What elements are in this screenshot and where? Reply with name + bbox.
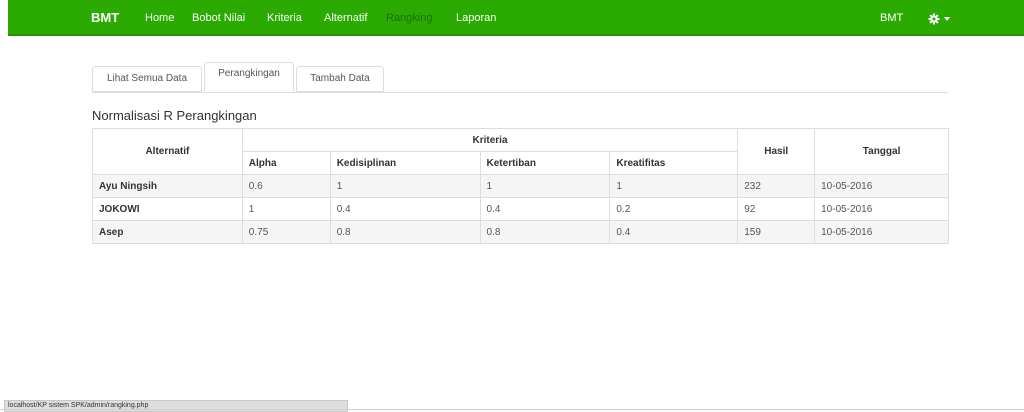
nav-alternatif[interactable]: Alternatif [324,0,367,36]
chevron-down-icon [944,16,950,21]
cell-alternatif: Ayu Ningsih [92,174,243,198]
header-kriteria: Kriteria [241,128,739,152]
header-kreatifitas: Kreatifitas [609,151,739,175]
cell-tanggal: 10-05-2016 [814,220,949,244]
nav-bobot-nilai[interactable]: Bobot Nilai [192,0,245,36]
cell-tanggal: 10-05-2016 [814,174,949,198]
cell-kreatifitas: 0.4 [609,220,739,244]
top-navbar: BMT Home Bobot Nilai Kriteria Alternatif… [8,0,1024,36]
section-title: Normalisasi R Perangkingan [92,108,257,123]
cell-alternatif: Asep [92,220,243,244]
header-hasil: Hasil [737,128,816,175]
cell-ketertiban: 1 [479,174,611,198]
cell-alpha: 1 [241,197,331,221]
cell-kedisiplinan: 0.4 [329,197,481,221]
header-alternatif: Alternatif [92,128,243,175]
tab-tambah-data[interactable]: Tambah Data [296,66,384,92]
window-bottom-border [0,409,1024,410]
nav-laporan[interactable]: Laporan [456,0,496,36]
gear-icon [928,13,940,25]
cell-ketertiban: 0.8 [479,220,611,244]
cell-kreatifitas: 0.2 [609,197,739,221]
cell-hasil: 92 [737,197,816,221]
cell-tanggal: 10-05-2016 [814,197,949,221]
cell-kedisiplinan: 1 [329,174,481,198]
header-tanggal: Tanggal [814,128,949,175]
nav-kriteria[interactable]: Kriteria [267,0,302,36]
table-row: JOKOWI 1 0.4 0.4 0.2 92 10-05-2016 [92,197,949,221]
tab-lihat-semua-data[interactable]: Lihat Semua Data [92,66,202,92]
tab-perangkingan[interactable]: Perangkingan [204,62,294,92]
header-ketertiban: Ketertiban [479,151,611,175]
status-bar-url: localhost/KP sistem SPK/admin/rangking.p… [4,400,348,412]
nav-home[interactable]: Home [145,0,174,36]
user-menu[interactable]: BMT [880,0,903,36]
cell-alpha: 0.6 [241,174,331,198]
cell-alternatif: JOKOWI [92,197,243,221]
ranking-table: Alternatif Kriteria Hasil Tanggal Alpha … [92,128,949,244]
table-row: Asep 0.75 0.8 0.8 0.4 159 10-05-2016 [92,220,949,244]
cell-kedisiplinan: 0.8 [329,220,481,244]
header-kedisiplinan: Kedisiplinan [329,151,481,175]
header-alpha: Alpha [241,151,331,175]
cell-ketertiban: 0.4 [479,197,611,221]
settings-dropdown[interactable] [928,0,950,36]
brand-link[interactable]: BMT [91,0,119,36]
nav-rangking[interactable]: Rangking [386,0,432,36]
cell-hasil: 159 [737,220,816,244]
table-row: Ayu Ningsih 0.6 1 1 1 232 10-05-2016 [92,174,949,198]
cell-alpha: 0.75 [241,220,331,244]
cell-kreatifitas: 1 [609,174,739,198]
tab-bar: Lihat Semua Data Perangkingan Tambah Dat… [92,62,948,93]
cell-hasil: 232 [737,174,816,198]
